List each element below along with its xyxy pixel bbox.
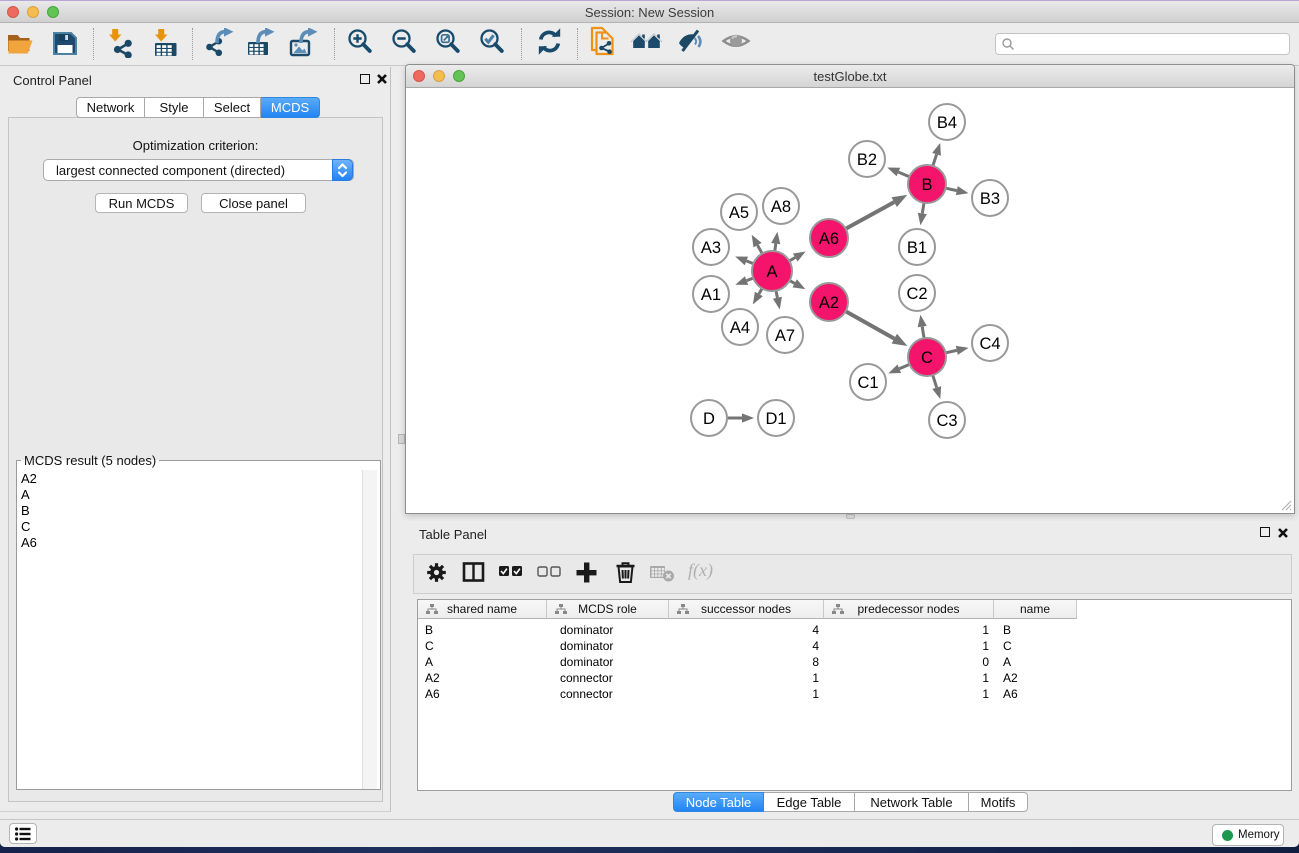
svg-text:B3: B3: [980, 190, 1000, 208]
svg-text:C3: C3: [936, 412, 957, 430]
svg-text:D: D: [703, 410, 715, 428]
svg-text:B1: B1: [907, 239, 927, 257]
svg-text:A3: A3: [701, 239, 721, 257]
svg-text:D1: D1: [765, 410, 786, 428]
svg-text:B: B: [921, 176, 932, 194]
svg-text:A5: A5: [729, 204, 749, 222]
svg-text:A2: A2: [819, 294, 839, 312]
svg-text:A4: A4: [730, 319, 750, 337]
svg-text:A7: A7: [775, 327, 795, 345]
svg-text:C2: C2: [906, 285, 927, 303]
svg-text:B2: B2: [857, 151, 877, 169]
svg-text:C: C: [921, 349, 933, 367]
svg-text:C4: C4: [979, 335, 1000, 353]
svg-text:B4: B4: [937, 114, 957, 132]
svg-text:A8: A8: [771, 198, 791, 216]
svg-text:C1: C1: [857, 374, 878, 392]
svg-text:A6: A6: [819, 230, 839, 248]
svg-text:A: A: [766, 263, 777, 281]
svg-text:A1: A1: [701, 286, 721, 304]
